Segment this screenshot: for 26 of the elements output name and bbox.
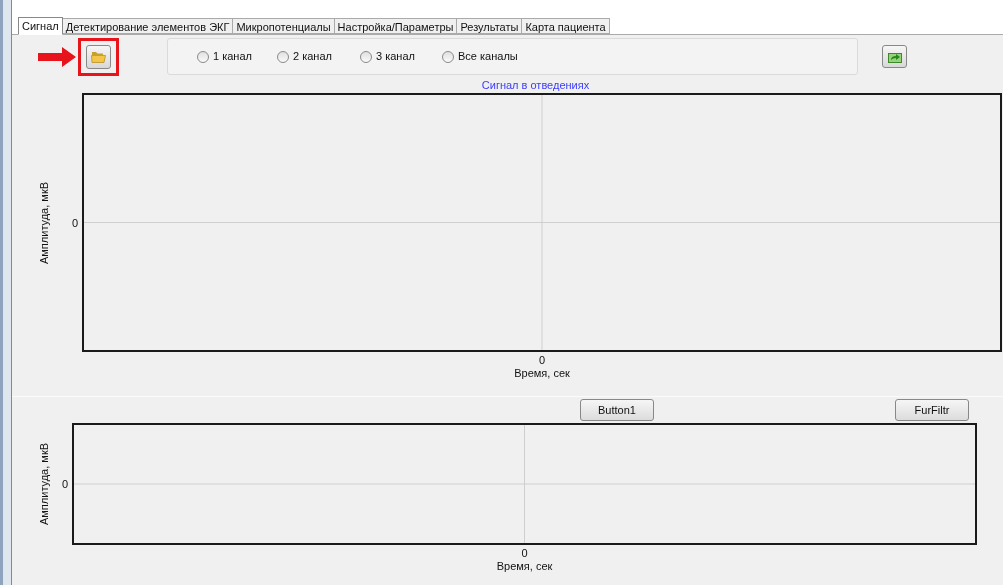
export-icon bbox=[887, 50, 902, 63]
radio-button[interactable]: 2 канал bbox=[277, 48, 360, 65]
tick-label: 0 bbox=[521, 547, 528, 559]
radio-button[interactable]: 3 канал bbox=[360, 48, 442, 65]
folder-icon bbox=[91, 50, 106, 63]
radio-button[interactable]: 1 канал bbox=[197, 48, 277, 65]
tick-label: 0 bbox=[61, 478, 68, 490]
chart-title: Сигнал в отведениях bbox=[481, 78, 590, 93]
tab[interactable]: Сигнал bbox=[18, 17, 63, 35]
arrow-icon bbox=[38, 46, 76, 67]
tab[interactable]: Карта пациента bbox=[522, 18, 610, 34]
push-button[interactable]: FurFiltr bbox=[895, 399, 969, 421]
push-button[interactable]: Button1 bbox=[580, 399, 654, 421]
axis-label: Время, сек bbox=[496, 559, 553, 573]
radio-button[interactable]: Все каналы bbox=[442, 48, 532, 65]
tab[interactable]: Детектирование элементов ЭКГ bbox=[62, 18, 234, 34]
axis-label: Время, сек bbox=[514, 366, 570, 380]
tick-label: 0 bbox=[71, 216, 78, 229]
tick-label: 0 bbox=[538, 354, 546, 366]
open-button[interactable] bbox=[86, 44, 111, 69]
axis-label: Амплитуда, мкВ bbox=[36, 442, 51, 526]
tab[interactable]: Результаты bbox=[457, 18, 523, 34]
export-button[interactable] bbox=[882, 45, 907, 68]
tab[interactable]: Микропотенциалы bbox=[233, 18, 335, 34]
axis-label: Амплитуда, мкВ bbox=[36, 181, 51, 264]
tab[interactable]: Настройка/Параметры bbox=[334, 18, 458, 34]
